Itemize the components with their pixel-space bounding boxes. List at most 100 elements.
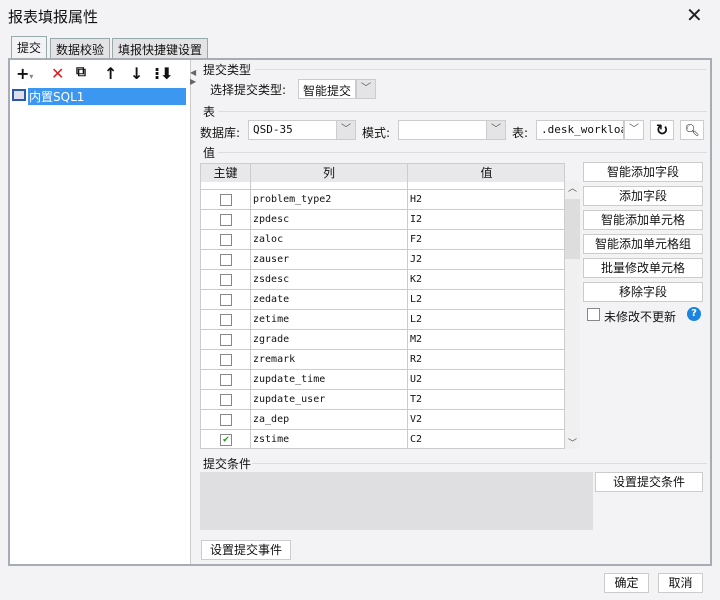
delete-icon[interactable]: ✕ xyxy=(51,64,64,83)
move-up-icon[interactable]: ↑ xyxy=(104,64,117,83)
table-row[interactable]: zpdesc I2 xyxy=(201,210,564,230)
key-checkbox[interactable] xyxy=(220,354,232,366)
column-cell[interactable]: zgrade xyxy=(251,330,408,350)
key-cell[interactable] xyxy=(201,230,251,250)
set-event-button[interactable]: 设置提交事件 xyxy=(201,540,291,560)
table-row[interactable]: zedate L2 xyxy=(201,290,564,310)
chevron-down-icon[interactable]: ﹀ xyxy=(486,120,506,140)
key-checkbox[interactable] xyxy=(220,314,232,326)
side-button-4[interactable]: 批量修改单元格 xyxy=(583,258,703,278)
key-cell[interactable] xyxy=(201,250,251,270)
table-select[interactable]: .desk_workload xyxy=(536,120,624,140)
help-icon[interactable]: ? xyxy=(687,307,701,321)
table-row[interactable]: zauser J2 xyxy=(201,250,564,270)
copy-icon[interactable]: ⧉ xyxy=(76,64,86,80)
value-cell[interactable]: J2 xyxy=(408,250,564,270)
value-cell[interactable]: C2 xyxy=(408,430,564,448)
side-button-3[interactable]: 智能添加单元格组 xyxy=(583,234,703,254)
table-row[interactable]: ✔ zstime C2 xyxy=(201,430,564,448)
column-cell[interactable]: zupdate_user xyxy=(251,390,408,410)
value-cell[interactable]: K2 xyxy=(408,270,564,290)
key-cell[interactable]: ✔ xyxy=(201,430,251,448)
refresh-icon[interactable]: ↻ xyxy=(650,120,674,140)
table-row[interactable]: zupdate_user T2 xyxy=(201,390,564,410)
key-checkbox[interactable] xyxy=(220,214,232,226)
key-checkbox[interactable] xyxy=(220,294,232,306)
schema-select[interactable] xyxy=(398,120,487,140)
collapse-arrows-icon[interactable]: ◀ ▶ xyxy=(190,68,196,86)
move-down-icon[interactable]: ↓ xyxy=(130,64,143,83)
value-cell[interactable]: H2 xyxy=(408,190,564,210)
value-cell[interactable]: L2 xyxy=(408,310,564,330)
table-row[interactable]: zremark R2 xyxy=(201,350,564,370)
preview-icon[interactable]: 🔍︎ xyxy=(680,120,704,140)
value-cell[interactable]: F2 xyxy=(408,230,564,250)
table-row[interactable]: problem_type2 H2 xyxy=(201,190,564,210)
tab-data-validation[interactable]: 数据校验 xyxy=(50,38,111,59)
no-update-checkbox[interactable] xyxy=(587,308,600,321)
value-cell[interactable]: I2 xyxy=(408,210,564,230)
key-checkbox[interactable] xyxy=(220,254,232,266)
value-cell[interactable]: L2 xyxy=(408,290,564,310)
scrollbar[interactable]: ︿ ﹀ xyxy=(565,181,580,449)
column-cell[interactable]: problem_type2 xyxy=(251,190,408,210)
move-bottom-icon[interactable]: ⁝⬇ xyxy=(154,64,173,83)
column-cell[interactable]: zsdesc xyxy=(251,270,408,290)
side-button-1[interactable]: 添加字段 xyxy=(583,186,703,206)
key-cell[interactable] xyxy=(201,270,251,290)
column-cell[interactable]: zauser xyxy=(251,250,408,270)
key-checkbox[interactable] xyxy=(220,414,232,426)
key-cell[interactable] xyxy=(201,190,251,210)
chevron-down-icon[interactable]: ﹀ xyxy=(356,79,376,99)
ok-button[interactable]: 确定 xyxy=(604,573,649,593)
key-cell[interactable] xyxy=(201,330,251,350)
scrollbar-thumb[interactable] xyxy=(565,199,580,259)
column-cell[interactable]: zstime xyxy=(251,430,408,448)
chevron-down-icon[interactable]: ﹀ xyxy=(624,120,644,140)
value-cell[interactable]: V2 xyxy=(408,410,564,430)
key-checkbox[interactable]: ✔ xyxy=(220,434,232,446)
key-checkbox[interactable] xyxy=(220,394,232,406)
tab-submit[interactable]: 提交 xyxy=(11,36,48,59)
key-cell[interactable] xyxy=(201,210,251,230)
tab-shortcut-settings[interactable]: 填报快捷键设置 xyxy=(112,38,209,59)
value-cell[interactable]: U2 xyxy=(408,370,564,390)
value-cell[interactable]: T2 xyxy=(408,390,564,410)
submit-type-select[interactable]: 智能提交 xyxy=(298,79,356,99)
tree-item-sql[interactable]: 内置SQL1 xyxy=(28,88,186,105)
side-button-0[interactable]: 智能添加字段 xyxy=(583,162,703,182)
key-checkbox[interactable] xyxy=(220,334,232,346)
column-cell[interactable]: zremark xyxy=(251,350,408,370)
table-row[interactable]: zsdesc K2 xyxy=(201,270,564,290)
column-cell[interactable]: zpdesc xyxy=(251,210,408,230)
side-button-2[interactable]: 智能添加单元格 xyxy=(583,210,703,230)
key-cell[interactable] xyxy=(201,290,251,310)
key-cell[interactable] xyxy=(201,390,251,410)
key-cell[interactable] xyxy=(201,350,251,370)
key-checkbox[interactable] xyxy=(220,194,232,206)
side-button-5[interactable]: 移除字段 xyxy=(583,282,703,302)
column-cell[interactable]: za_dep xyxy=(251,410,408,430)
column-cell[interactable]: zetime xyxy=(251,310,408,330)
key-checkbox[interactable] xyxy=(220,274,232,286)
value-cell[interactable]: R2 xyxy=(408,350,564,370)
value-cell[interactable]: M2 xyxy=(408,330,564,350)
table-row[interactable]: zetime L2 xyxy=(201,310,564,330)
table-row[interactable]: za_dep V2 xyxy=(201,410,564,430)
column-cell[interactable]: zedate xyxy=(251,290,408,310)
table-row[interactable]: zgrade M2 xyxy=(201,330,564,350)
key-cell[interactable] xyxy=(201,410,251,430)
column-cell[interactable]: zupdate_time xyxy=(251,370,408,390)
key-cell[interactable] xyxy=(201,310,251,330)
set-condition-button[interactable]: 设置提交条件 xyxy=(595,472,703,492)
key-checkbox[interactable] xyxy=(220,234,232,246)
chevron-down-icon[interactable]: ﹀ xyxy=(336,120,356,140)
table-row[interactable]: zaloc F2 xyxy=(201,230,564,250)
key-cell[interactable] xyxy=(201,370,251,390)
add-icon[interactable]: +▾ xyxy=(16,64,33,83)
key-checkbox[interactable] xyxy=(220,374,232,386)
cancel-button[interactable]: 取消 xyxy=(658,573,703,593)
table-row[interactable]: zupdate_time U2 xyxy=(201,370,564,390)
column-cell[interactable]: zaloc xyxy=(251,230,408,250)
close-icon[interactable]: ✕ xyxy=(686,3,703,27)
